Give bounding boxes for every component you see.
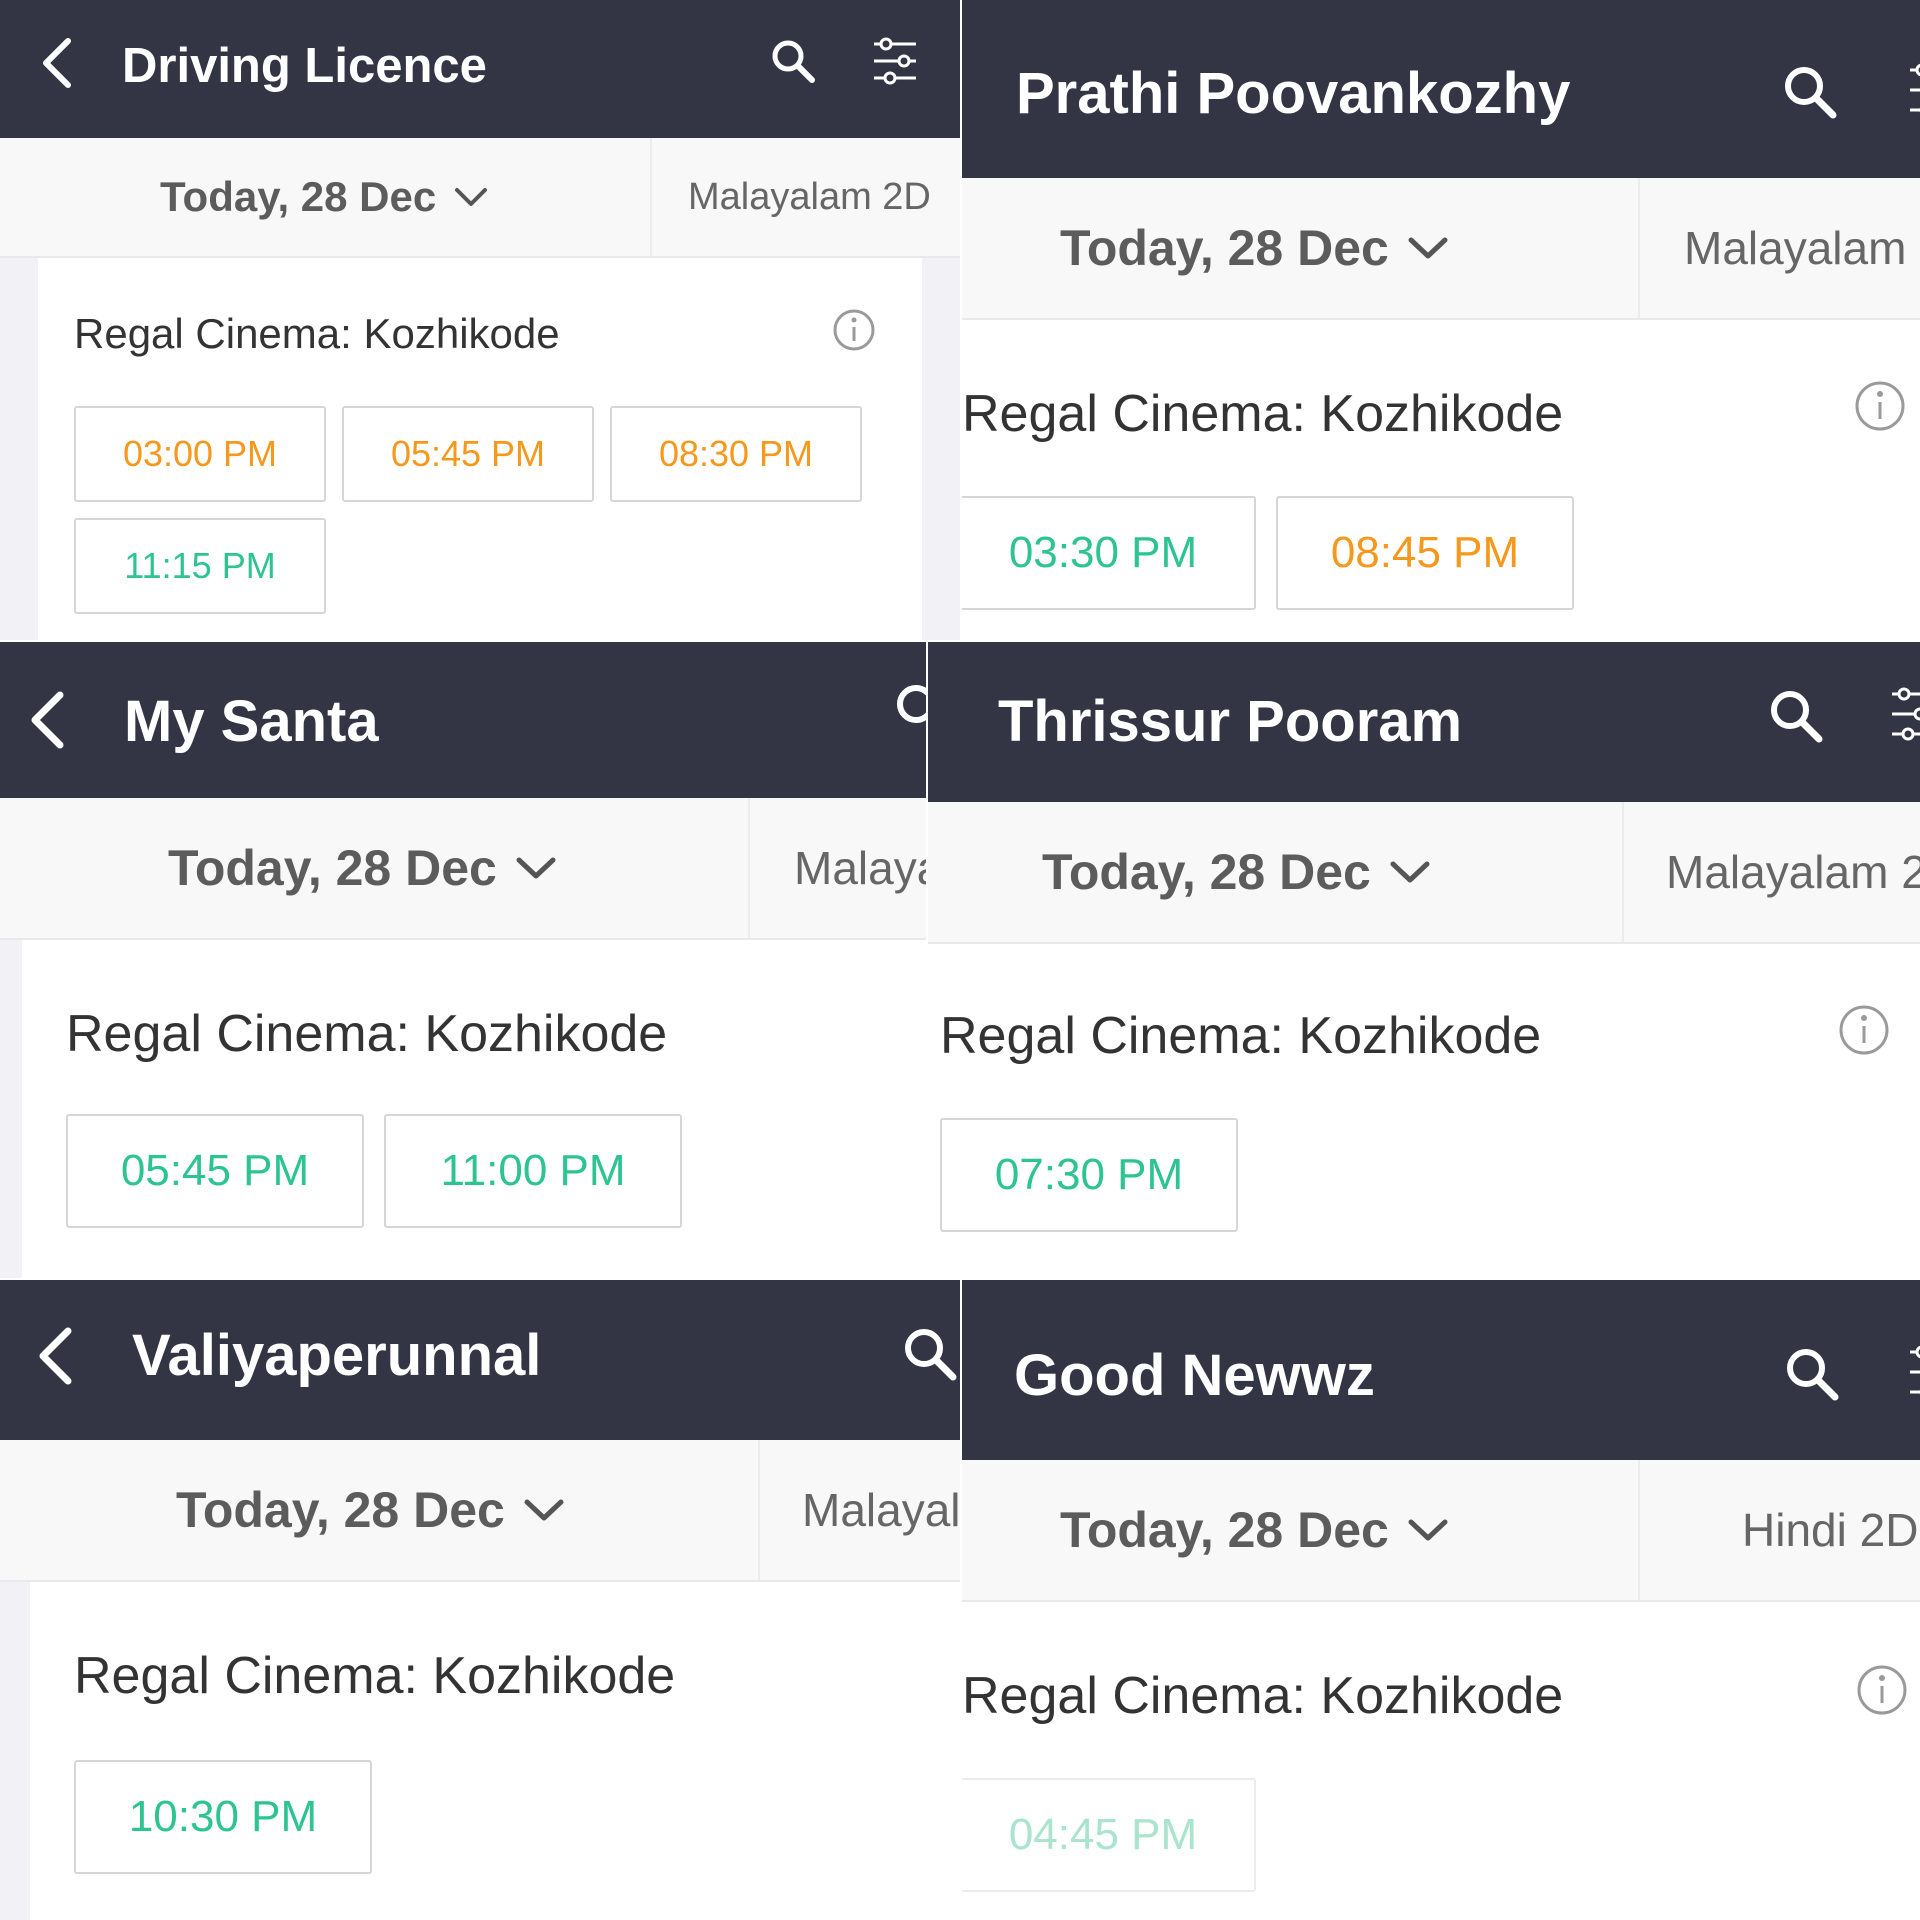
cinema-name[interactable]: Regal Cinema: Kozhikode	[74, 1646, 675, 1706]
app-header: Good Newwz	[962, 1280, 1920, 1460]
showtime-button[interactable]: 11:15 PM	[74, 518, 326, 614]
app-header: Thrissur Pooram	[928, 642, 1920, 802]
search-icon[interactable]	[1782, 64, 1838, 120]
filter-sliders-icon[interactable]	[872, 36, 918, 86]
showtime-button[interactable]: 05:45 PM	[66, 1114, 364, 1228]
movie-panel-valiyaperunnal: Valiyaperunnal Today, 28 Dec Malayal Reg…	[0, 1280, 960, 1920]
chevron-down-icon	[1407, 236, 1449, 260]
divider	[1638, 1460, 1640, 1600]
cinema-list: Regal Cinema: Kozhikode 05:45 PM 11:00 P…	[0, 940, 926, 1278]
language-format-tab[interactable]: Hindi 2D	[1742, 1460, 1918, 1600]
date-language-bar: Today, 28 Dec Malayal	[0, 1440, 960, 1582]
showtime-button[interactable]: 07:30 PM	[940, 1118, 1238, 1232]
date-language-bar: Today, 28 Dec Malayalam	[962, 178, 1920, 320]
date-label: Today, 28 Dec	[1042, 844, 1371, 900]
movie-panel-good-newwz: Good Newwz Today, 28 Dec Hindi 2D Regal …	[962, 1280, 1920, 1920]
language-format-tab[interactable]: Malaya	[794, 798, 926, 938]
app-header: Driving Licence	[0, 0, 960, 138]
chevron-down-icon	[1407, 1518, 1449, 1542]
movie-title: My Santa	[124, 689, 379, 754]
date-language-bar: Today, 28 Dec Malaya	[0, 798, 926, 940]
list-gutter	[922, 258, 960, 640]
cinema-name[interactable]: Regal Cinema: Kozhikode	[962, 1666, 1563, 1726]
list-gutter	[0, 1582, 30, 1920]
info-icon[interactable]	[1856, 1664, 1908, 1716]
cinema-list: Regal Cinema: Kozhikode 04:45 PM	[962, 1602, 1920, 1920]
chevron-down-icon	[515, 856, 557, 880]
movie-title: Thrissur Pooram	[998, 689, 1463, 754]
date-selector[interactable]: Today, 28 Dec	[160, 138, 488, 256]
divider	[1638, 178, 1640, 318]
filter-sliders-icon[interactable]	[1908, 60, 1920, 120]
showtime-button[interactable]: 08:45 PM	[1276, 496, 1574, 610]
date-selector[interactable]: Today, 28 Dec	[1060, 178, 1449, 318]
search-icon[interactable]	[1784, 1346, 1840, 1402]
filter-sliders-icon[interactable]	[1908, 1342, 1920, 1402]
date-selector[interactable]: Today, 28 Dec	[1060, 1460, 1449, 1600]
showtime-button[interactable]: 03:00 PM	[74, 406, 326, 502]
list-gutter	[0, 258, 38, 640]
search-icon[interactable]	[894, 682, 926, 738]
cinema-list: Regal Cinema: Kozhikode 03:30 PM 08:45 P…	[962, 320, 1920, 640]
back-arrow-icon[interactable]	[38, 37, 74, 89]
cinema-list: Regal Cinema: Kozhikode 10:30 PM	[0, 1582, 960, 1920]
search-icon[interactable]	[902, 1326, 958, 1382]
info-icon[interactable]	[832, 308, 876, 352]
search-icon[interactable]	[1768, 688, 1824, 744]
back-arrow-icon[interactable]	[34, 1326, 74, 1386]
movie-panel-prathi-poovankozhy: Prathi Poovankozhy Today, 28 Dec Malayal…	[962, 0, 1920, 640]
app-header: Prathi Poovankozhy	[962, 0, 1920, 178]
movie-panel-my-santa: My Santa Today, 28 Dec Malaya Regal Cine…	[0, 642, 926, 1278]
chevron-down-icon	[523, 1498, 565, 1522]
info-icon[interactable]	[1838, 1004, 1890, 1056]
showtime-button[interactable]: 04:45 PM	[962, 1778, 1256, 1892]
divider	[758, 1440, 760, 1580]
cinema-list: Regal Cinema: Kozhikode 07:30 PM	[928, 944, 1920, 1278]
cinema-list: Regal Cinema: Kozhikode 03:00 PM 05:45 P…	[0, 258, 960, 640]
cinema-name[interactable]: Regal Cinema: Kozhikode	[66, 1004, 667, 1064]
language-format-tab[interactable]: Malayal	[802, 1440, 960, 1580]
showtime-button[interactable]: 05:45 PM	[342, 406, 594, 502]
cinema-name[interactable]: Regal Cinema: Kozhikode	[74, 310, 560, 358]
movie-panel-driving-licence: Driving Licence Today, 28 Dec Malayalam …	[0, 0, 960, 640]
date-language-bar: Today, 28 Dec Hindi 2D	[962, 1460, 1920, 1602]
cinema-name[interactable]: Regal Cinema: Kozhikode	[962, 384, 1563, 444]
date-language-bar: Today, 28 Dec Malayalam 2	[928, 802, 1920, 944]
date-selector[interactable]: Today, 28 Dec	[168, 798, 557, 938]
cinema-name[interactable]: Regal Cinema: Kozhikode	[940, 1006, 1541, 1066]
movie-title: Driving Licence	[122, 39, 487, 93]
app-header: Valiyaperunnal	[0, 1280, 960, 1440]
date-selector[interactable]: Today, 28 Dec	[1042, 802, 1431, 942]
search-icon[interactable]	[770, 38, 816, 84]
filter-sliders-icon[interactable]	[1890, 684, 1920, 744]
movie-title: Prathi Poovankozhy	[1016, 61, 1571, 126]
date-label: Today, 28 Dec	[168, 840, 497, 896]
showtime-button[interactable]: 03:30 PM	[962, 496, 1256, 610]
date-selector[interactable]: Today, 28 Dec	[176, 1440, 565, 1580]
back-arrow-icon[interactable]	[26, 690, 66, 750]
date-label: Today, 28 Dec	[160, 173, 437, 220]
chevron-down-icon	[1389, 860, 1431, 884]
showtime-button[interactable]: 10:30 PM	[74, 1760, 372, 1874]
divider	[1622, 802, 1624, 942]
movie-title: Valiyaperunnal	[132, 1323, 542, 1388]
date-label: Today, 28 Dec	[176, 1482, 505, 1538]
movie-title: Good Newwz	[1014, 1343, 1375, 1408]
date-label: Today, 28 Dec	[1060, 220, 1389, 276]
divider	[650, 138, 652, 256]
chevron-down-icon	[454, 187, 488, 207]
divider	[748, 798, 750, 938]
info-icon[interactable]	[1854, 380, 1906, 432]
app-header: My Santa	[0, 642, 926, 798]
language-format-tab[interactable]: Malayalam	[1684, 178, 1906, 318]
showtime-button[interactable]: 11:00 PM	[384, 1114, 682, 1228]
date-label: Today, 28 Dec	[1060, 1502, 1389, 1558]
showtime-button[interactable]: 08:30 PM	[610, 406, 862, 502]
list-gutter	[0, 940, 22, 1278]
movie-panel-thrissur-pooram: Thrissur Pooram Today, 28 Dec Malayalam …	[928, 642, 1920, 1278]
date-language-bar: Today, 28 Dec Malayalam 2D	[0, 138, 960, 258]
language-format-tab[interactable]: Malayalam 2D	[688, 138, 931, 256]
language-format-tab[interactable]: Malayalam 2	[1666, 802, 1920, 942]
